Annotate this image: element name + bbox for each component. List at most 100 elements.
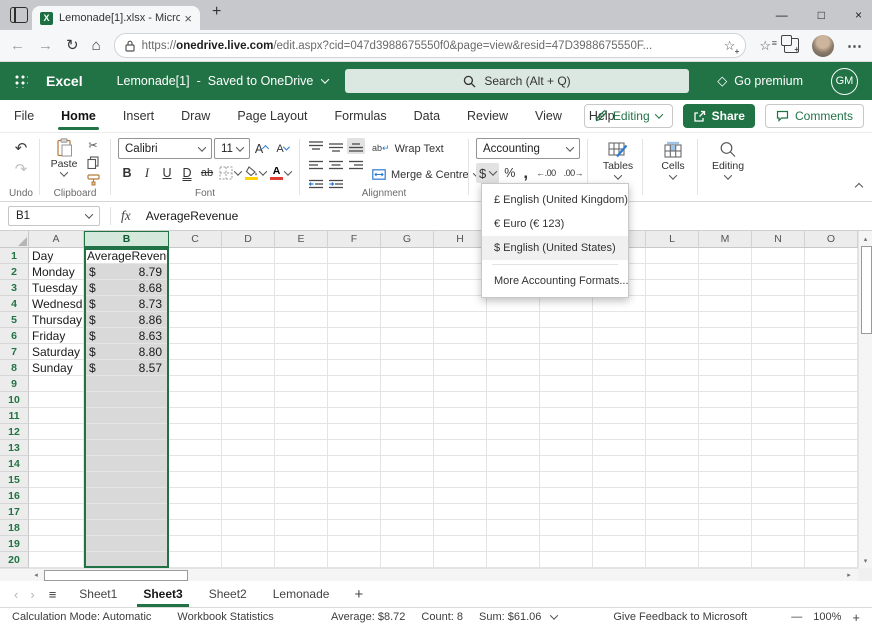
cell-B1[interactable]: AverageRevenue [84,248,169,264]
cell-A9[interactable] [29,376,84,392]
cell-K8[interactable] [593,360,646,376]
cell-J6[interactable] [540,328,593,344]
cell-H5[interactable] [434,312,487,328]
cell-A18[interactable] [29,520,84,536]
tables-button[interactable]: Tables [595,138,641,180]
cell-D4[interactable] [222,296,275,312]
cell-C3[interactable] [169,280,222,296]
vertical-scroll-thumb[interactable] [861,246,872,334]
cell-F17[interactable] [328,504,381,520]
cell-L16[interactable] [646,488,699,504]
cell-B14[interactable] [84,456,169,472]
cell-M5[interactable] [699,312,752,328]
cell-I13[interactable] [487,440,540,456]
cell-A6[interactable]: Friday [29,328,84,344]
cell-A15[interactable] [29,472,84,488]
cell-C5[interactable] [169,312,222,328]
copy-icon[interactable] [83,155,103,170]
zoom-out-button[interactable]: — [791,611,802,623]
cell-O20[interactable] [805,552,858,568]
cell-N19[interactable] [752,536,805,552]
fx-icon[interactable]: fx [121,208,131,224]
cell-M1[interactable] [699,248,752,264]
row-header-3[interactable]: 3 [0,280,29,296]
cell-O16[interactable] [805,488,858,504]
ribbon-tab-home[interactable]: Home [61,100,96,132]
cell-A3[interactable]: Tuesday [29,280,84,296]
cell-B12[interactable] [84,424,169,440]
cell-J13[interactable] [540,440,593,456]
cell-M8[interactable] [699,360,752,376]
formula-input[interactable]: AverageRevenue [146,209,239,223]
cell-F1[interactable] [328,248,381,264]
column-header-M[interactable]: M [699,231,752,248]
cell-N8[interactable] [752,360,805,376]
cell-I8[interactable] [487,360,540,376]
percent-style-button[interactable]: % [501,163,518,183]
cell-A11[interactable] [29,408,84,424]
redo-icon[interactable]: ↷ [10,159,32,178]
cell-O10[interactable] [805,392,858,408]
cell-N20[interactable] [752,552,805,568]
add-favorite-icon[interactable]: ☆ [724,38,736,54]
cell-E6[interactable] [275,328,328,344]
cell-L19[interactable] [646,536,699,552]
cell-M2[interactable] [699,264,752,280]
row-header-18[interactable]: 18 [0,520,29,536]
sheet-tab-sheet2[interactable]: Sheet2 [196,581,260,607]
align-left-icon[interactable] [307,157,325,173]
cell-D14[interactable] [222,456,275,472]
cell-D18[interactable] [222,520,275,536]
cell-C9[interactable] [169,376,222,392]
editing-button[interactable]: Editing [705,138,751,180]
column-header-D[interactable]: D [222,231,275,248]
cell-N9[interactable] [752,376,805,392]
cell-E17[interactable] [275,504,328,520]
cell-O9[interactable] [805,376,858,392]
cell-L18[interactable] [646,520,699,536]
cell-J20[interactable] [540,552,593,568]
cell-M4[interactable] [699,296,752,312]
cell-L10[interactable] [646,392,699,408]
cell-H19[interactable] [434,536,487,552]
cell-K5[interactable] [593,312,646,328]
cell-A13[interactable] [29,440,84,456]
cell-G11[interactable] [381,408,434,424]
cell-H2[interactable] [434,264,487,280]
cell-D5[interactable] [222,312,275,328]
cell-B17[interactable] [84,504,169,520]
cell-K13[interactable] [593,440,646,456]
cell-J18[interactable] [540,520,593,536]
cell-C6[interactable] [169,328,222,344]
cell-G17[interactable] [381,504,434,520]
cell-F11[interactable] [328,408,381,424]
cell-A20[interactable] [29,552,84,568]
cell-C12[interactable] [169,424,222,440]
cell-N17[interactable] [752,504,805,520]
column-header-L[interactable]: L [646,231,699,248]
cell-A8[interactable]: Sunday [29,360,84,376]
sheet-list-icon[interactable]: ≡ [49,581,57,607]
next-sheet-icon[interactable]: › [24,581,40,607]
column-header-O[interactable]: O [805,231,858,248]
column-header-C[interactable]: C [169,231,222,248]
cell-E2[interactable] [275,264,328,280]
sheet-tab-lemonade[interactable]: Lemonade [260,581,343,607]
cell-N2[interactable] [752,264,805,280]
cell-M10[interactable] [699,392,752,408]
cell-G13[interactable] [381,440,434,456]
cell-L6[interactable] [646,328,699,344]
column-header-F[interactable]: F [328,231,381,248]
ribbon-tab-review[interactable]: Review [467,100,508,132]
document-title[interactable]: Lemonade[1] - Saved to OneDrive [117,74,329,88]
cell-H3[interactable] [434,280,487,296]
name-box[interactable]: B1 [8,206,100,226]
cell-I6[interactable] [487,328,540,344]
cell-D16[interactable] [222,488,275,504]
cell-M9[interactable] [699,376,752,392]
cell-C8[interactable] [169,360,222,376]
cell-F6[interactable] [328,328,381,344]
cell-J12[interactable] [540,424,593,440]
horizontal-scroll-thumb[interactable] [44,570,188,581]
ribbon-tab-formulas[interactable]: Formulas [335,100,387,132]
